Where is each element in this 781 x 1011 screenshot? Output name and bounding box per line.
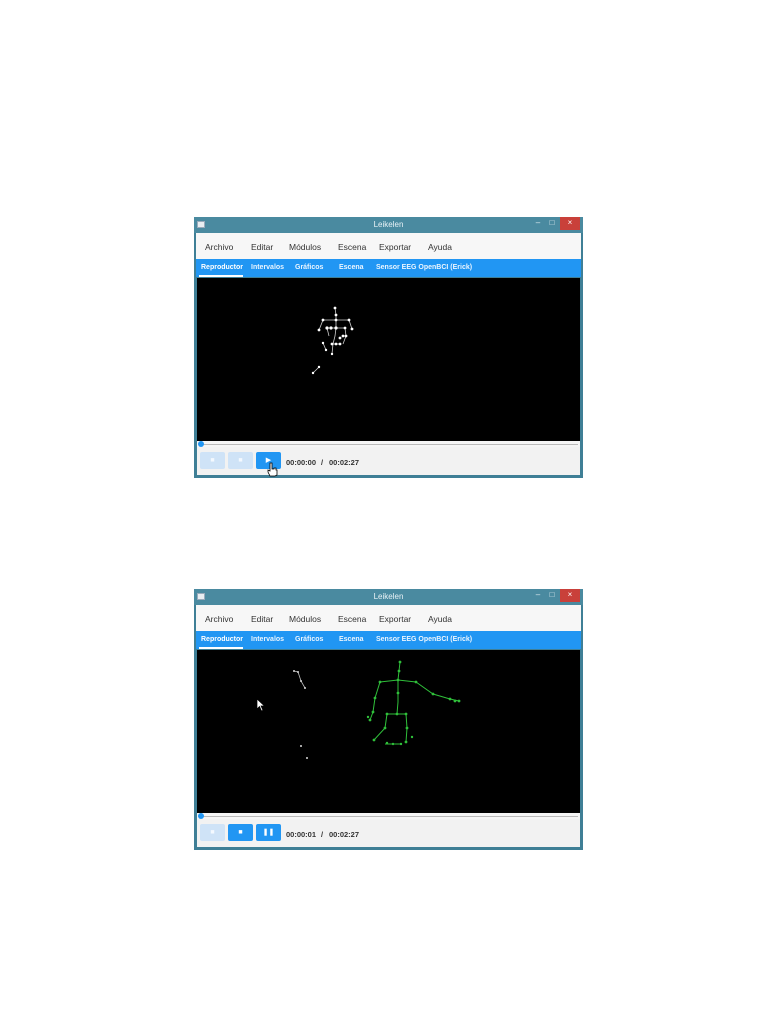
tab-reproductor[interactable]: Reproductor <box>201 636 243 643</box>
tab-bar: Reproductor Intervalos Gráficos Escena S… <box>196 631 581 649</box>
seek-track <box>199 444 578 445</box>
stop-button[interactable]: ■ <box>228 824 253 841</box>
menu-exportar[interactable]: Exportar <box>379 614 411 624</box>
tab-graficos[interactable]: Gráficos <box>295 636 323 643</box>
window-title: Leikelen <box>373 592 404 601</box>
active-tab-indicator <box>199 647 243 649</box>
tab-sensor-eeg[interactable]: Sensor EEG OpenBCI (Erick) <box>376 264 472 271</box>
tab-intervalos[interactable]: Intervalos <box>251 636 284 643</box>
minimize-icon[interactable]: – <box>531 217 545 230</box>
maximize-icon[interactable]: □ <box>545 589 559 602</box>
total-time: 00:02:27 <box>329 830 360 839</box>
menu-ayuda[interactable]: Ayuda <box>428 242 452 252</box>
skeleton-bones-green <box>369 661 460 745</box>
app-window-1: Leikelen – □ × Archivo Editar Módulos Es… <box>194 217 583 478</box>
menu-archivo[interactable]: Archivo <box>205 614 233 624</box>
playback-controls: ■ ■ ▶ 00:00:00 / 00:02:27 <box>197 447 580 475</box>
app-window-2: Leikelen – □ × Archivo Editar Módulos Es… <box>194 589 583 850</box>
menu-modulos[interactable]: Módulos <box>289 242 321 252</box>
time-separator: / <box>321 458 324 467</box>
pause-button[interactable]: ❚❚ <box>256 824 281 841</box>
close-icon[interactable]: × <box>560 589 580 602</box>
menu-bar: Archivo Editar Módulos Escena Exportar A… <box>196 233 581 259</box>
skeleton-joints-white <box>311 306 354 375</box>
maximize-icon[interactable]: □ <box>545 217 559 230</box>
menu-editar[interactable]: Editar <box>251 242 273 252</box>
skeleton-view <box>293 660 461 759</box>
menu-editar[interactable]: Editar <box>251 614 273 624</box>
skeleton-joints-white <box>293 670 308 759</box>
menu-bar: Archivo Editar Módulos Escena Exportar A… <box>196 605 581 631</box>
record-button-disabled[interactable]: ■ <box>200 824 225 841</box>
playback-controls: ■ ■ ❚❚ 00:00:01 / 00:02:27 <box>197 819 580 847</box>
seek-track <box>199 816 578 817</box>
current-time: 00:00:00 <box>286 458 317 467</box>
menu-archivo[interactable]: Archivo <box>205 242 233 252</box>
arrow-cursor-icon <box>256 698 266 712</box>
record-button-disabled[interactable]: ■ <box>228 452 253 469</box>
active-tab-indicator <box>199 275 243 277</box>
stop-button-disabled[interactable]: ■ <box>200 452 225 469</box>
tab-graficos[interactable]: Gráficos <box>295 264 323 271</box>
minimize-icon[interactable]: – <box>531 589 545 602</box>
menu-ayuda[interactable]: Ayuda <box>428 614 452 624</box>
scene-viewport[interactable] <box>197 278 580 441</box>
close-icon[interactable]: × <box>560 217 580 230</box>
total-time: 00:02:27 <box>329 458 360 467</box>
menu-escena[interactable]: Escena <box>338 242 366 252</box>
tab-escena[interactable]: Escena <box>339 636 364 643</box>
tab-intervalos[interactable]: Intervalos <box>251 264 284 271</box>
current-time: 00:00:01 <box>286 830 317 839</box>
hand-cursor-icon <box>267 462 278 477</box>
tab-sensor-eeg[interactable]: Sensor EEG OpenBCI (Erick) <box>376 636 472 643</box>
menu-escena[interactable]: Escena <box>338 614 366 624</box>
menu-exportar[interactable]: Exportar <box>379 242 411 252</box>
title-bar[interactable]: Leikelen – □ × <box>194 217 583 233</box>
title-bar[interactable]: Leikelen – □ × <box>194 589 583 605</box>
tab-bar: Reproductor Intervalos Gráficos Escena S… <box>196 259 581 277</box>
menu-modulos[interactable]: Módulos <box>289 614 321 624</box>
time-separator: / <box>321 830 324 839</box>
skeleton-bones-white <box>312 307 353 374</box>
window-title: Leikelen <box>373 220 404 229</box>
skeleton-bones-white <box>293 670 306 689</box>
tab-reproductor[interactable]: Reproductor <box>201 264 243 271</box>
tab-escena[interactable]: Escena <box>339 264 364 271</box>
skeleton-view <box>311 306 354 375</box>
scene-viewport[interactable] <box>197 650 580 813</box>
